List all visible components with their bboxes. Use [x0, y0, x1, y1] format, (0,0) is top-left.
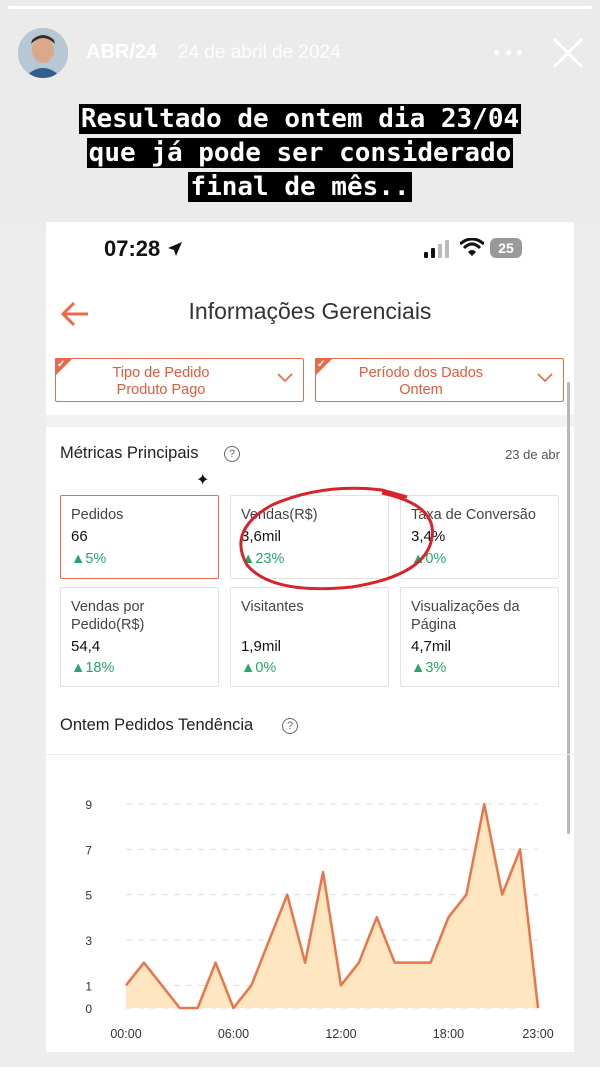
signal-icon — [424, 240, 449, 258]
x-tick-label: 23:00 — [522, 1027, 553, 1041]
metric-delta: ▲3% — [411, 660, 447, 676]
filter-value: Ontem — [399, 382, 443, 398]
page-title: Informações Gerenciais — [188, 298, 432, 324]
status-time: 07:28 — [104, 236, 184, 262]
story-date: 24 de abril de 2024 — [178, 42, 341, 63]
filter-label: Tipo de Pedido — [112, 365, 210, 381]
caption-line-1: Resultado de ontem dia 23/04 — [78, 104, 522, 134]
y-tick-label: 3 — [85, 934, 92, 948]
metrics-date: 23 de abr — [505, 447, 560, 462]
story-caption: Resultado de ontem dia 23/04 que já pode… — [0, 102, 600, 204]
location-arrow-icon — [168, 242, 183, 256]
help-icon[interactable]: ? — [282, 718, 298, 734]
data-period-filter[interactable]: ✓ Período dos Dados Ontem — [315, 358, 564, 402]
y-tick-label: 5 — [85, 889, 92, 903]
metric-delta: ▲0% — [241, 660, 277, 676]
close-icon[interactable] — [551, 36, 585, 70]
metric-card-pedidos[interactable]: Pedidos 66 ▲5% — [60, 495, 219, 579]
metric-delta: ▲18% — [71, 660, 115, 676]
filter-bar: ✓ Tipo de Pedido Produto Pago ✓ Período … — [46, 354, 574, 414]
trend-title: Ontem Pedidos Tendência — [60, 716, 254, 734]
y-tick-label: 1 — [85, 979, 92, 993]
cursor-sparkle-icon: ✦ — [196, 472, 210, 489]
metric-value: 66 — [71, 528, 88, 545]
metric-delta: ▲5% — [71, 551, 107, 567]
avatar[interactable] — [18, 28, 68, 78]
caption-line-2: que já pode ser considerado — [86, 138, 514, 168]
scrollbar[interactable] — [567, 382, 570, 834]
order-type-filter[interactable]: ✓ Tipo de Pedido Produto Pago — [55, 358, 304, 402]
x-tick-label: 06:00 — [218, 1027, 249, 1041]
red-circle-annotation — [239, 486, 434, 591]
metric-label: Vendas por Pedido(R$) — [71, 599, 145, 633]
y-tick-label: 0 — [85, 1002, 92, 1016]
metric-value: 4,7mil — [411, 638, 452, 655]
area-fill — [126, 804, 538, 1008]
help-icon[interactable]: ? — [224, 446, 240, 462]
chevron-down-icon — [537, 373, 553, 383]
trend-header: Ontem Pedidos Tendência ? — [60, 716, 560, 742]
wifi-icon — [460, 238, 484, 256]
status-icons: 25 — [424, 236, 534, 260]
y-tick-label: 9 — [85, 798, 92, 812]
more-options-icon[interactable] — [494, 44, 522, 60]
battery-icon: 25 — [490, 238, 522, 258]
story-header: ABR/24 24 de abril de 2024 Resultado de … — [0, 0, 600, 230]
phone-screenshot: 07:28 25 Informações Gerenciais ✓ Tipo d… — [46, 222, 574, 1052]
x-tick-label: 18:00 — [433, 1027, 464, 1041]
caption-line-3: final de mês.. — [188, 172, 412, 202]
chart-divider — [46, 754, 574, 755]
filter-label: Período dos Dados — [358, 365, 484, 381]
metric-value: 54,4 — [71, 638, 101, 655]
orders-trend-chart: 0 1 3 5 7 9 00:00 06:00 12:00 18:00 23:00 — [85, 798, 553, 1041]
story-username[interactable]: ABR/24 — [86, 41, 157, 64]
y-tick-label: 7 — [85, 843, 92, 857]
metric-label: Pedidos — [71, 507, 124, 523]
x-tick-label: 00:00 — [110, 1027, 141, 1041]
x-tick-label: 12:00 — [325, 1027, 356, 1041]
nav-bar: Informações Gerenciais — [46, 284, 574, 344]
metrics-title: Métricas Principais — [60, 444, 199, 462]
story-progress-bar — [8, 6, 592, 9]
metrics-header: Métricas Principais ? 23 de abr — [60, 444, 560, 470]
metric-card-vendas-por-pedido[interactable]: Vendas por Pedido(R$) 54,4 ▲18% — [60, 587, 219, 687]
chevron-down-icon — [277, 373, 293, 383]
metric-value: 1,9mil — [241, 638, 282, 655]
section-divider — [46, 415, 574, 427]
filter-value: Produto Pago — [116, 382, 206, 398]
